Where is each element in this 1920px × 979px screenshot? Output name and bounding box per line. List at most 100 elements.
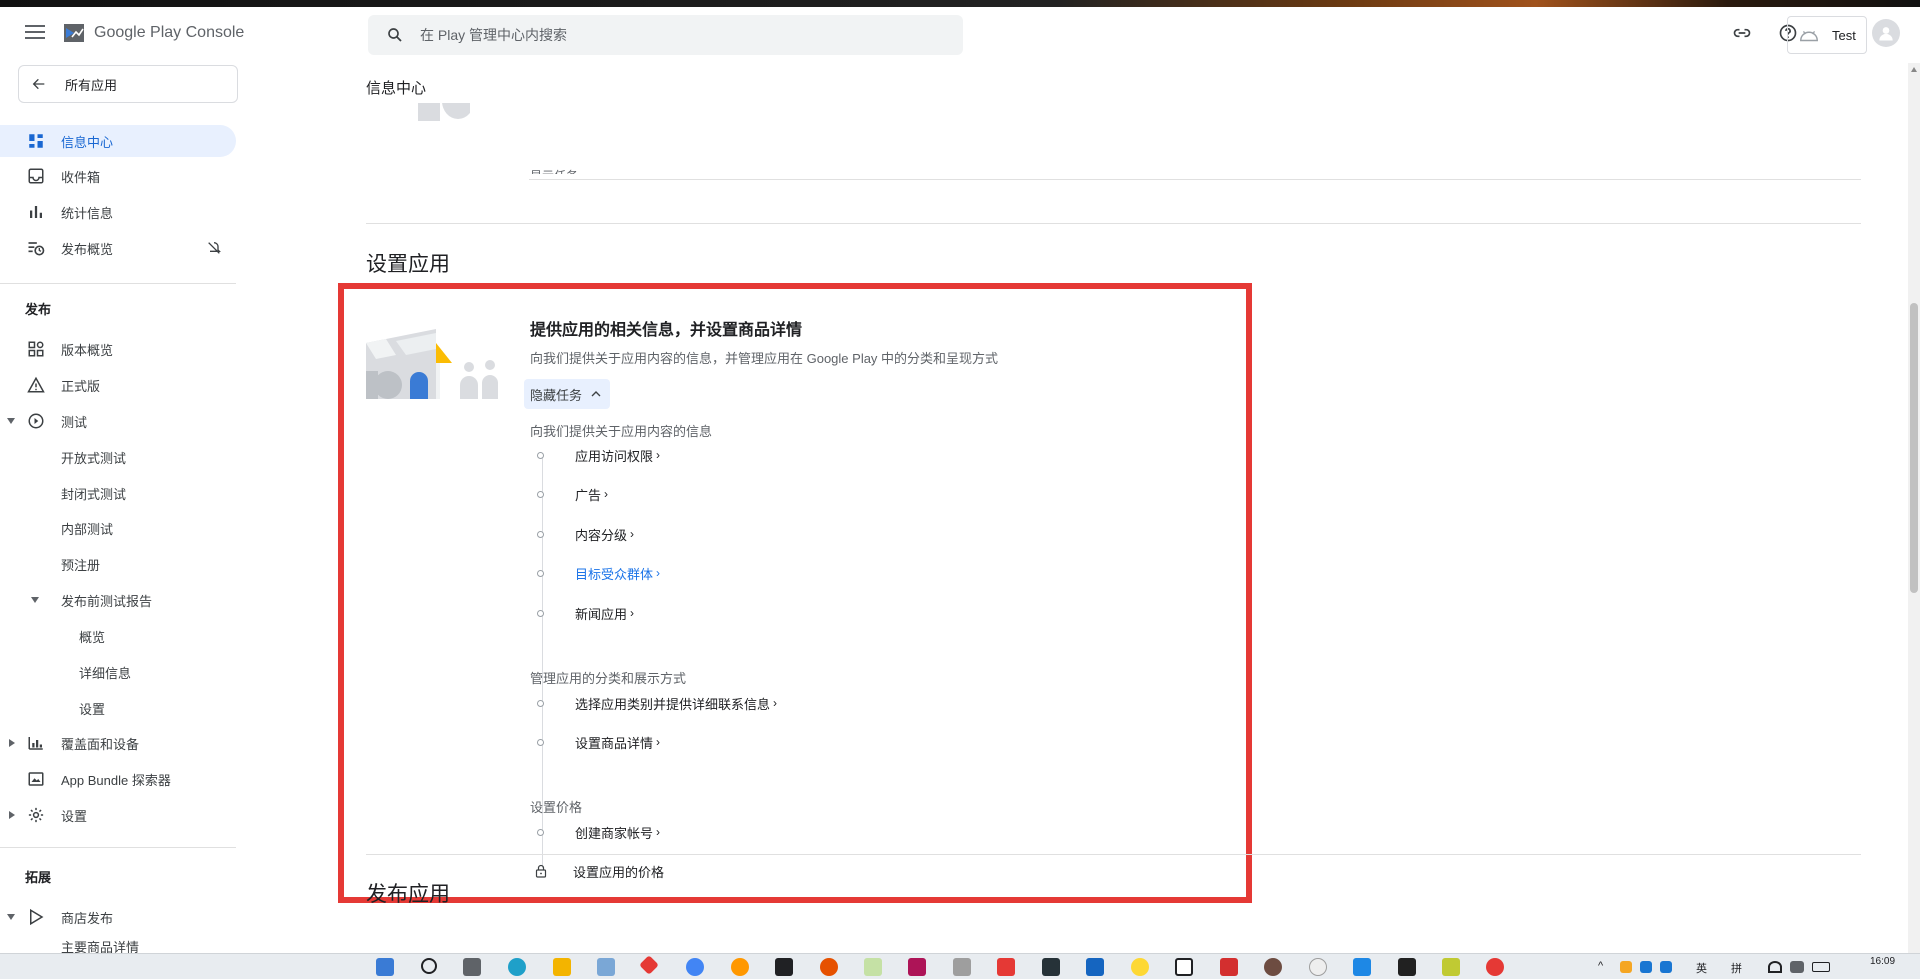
page-scrollbar[interactable]	[1908, 63, 1920, 953]
file-explorer-icon[interactable]	[553, 958, 571, 976]
scroll-up-arrow-icon[interactable]	[1911, 67, 1917, 72]
database-icon[interactable]	[908, 958, 926, 976]
chevron-right-icon: ›	[604, 487, 609, 501]
task-item-store-listing[interactable]: 设置商品详情 ›	[537, 732, 660, 752]
sidebar-item-report-overview[interactable]: 概览	[0, 620, 236, 652]
release-overview-icon	[26, 339, 46, 359]
publishing-overview-icon	[26, 238, 46, 258]
search-bar[interactable]	[368, 15, 963, 55]
sidebar-item-app-bundle-explorer[interactable]: App Bundle 探索器	[0, 763, 236, 795]
sidebar-item-report-details[interactable]: 详细信息	[0, 656, 236, 688]
sidebar-item-store-presence[interactable]: 商店发布	[0, 901, 236, 933]
app-icon[interactable]	[1353, 958, 1371, 976]
input-method-indicator[interactable]: 拼	[1731, 960, 1742, 976]
expand-chevron-icon[interactable]	[31, 597, 39, 603]
task-item-target-audience[interactable]: 目标受众群体 ›	[537, 563, 660, 583]
developer-account-chip[interactable]: Test	[1787, 16, 1867, 54]
notepad-icon[interactable]	[864, 958, 882, 976]
app-name: Google Play Console	[94, 24, 245, 41]
sidebar-section-expand: 拓展	[25, 870, 52, 885]
bluetooth-icon[interactable]	[1660, 961, 1672, 973]
app-icon[interactable]	[820, 958, 838, 976]
search-icon[interactable]	[421, 958, 437, 974]
app-icon[interactable]	[1309, 958, 1327, 976]
sidebar-item-label: App Bundle 探索器	[61, 772, 171, 788]
app-icon[interactable]	[1131, 958, 1149, 976]
user-avatar-icon[interactable]	[1872, 19, 1900, 47]
task-item-ads[interactable]: 广告 ›	[537, 484, 608, 504]
task-view-icon[interactable]	[463, 958, 481, 976]
all-apps-button[interactable]: 所有应用	[18, 65, 238, 103]
task-item-content-rating[interactable]: 内容分级 ›	[537, 524, 634, 544]
app-icon[interactable]	[1442, 958, 1460, 976]
link-icon[interactable]	[1730, 21, 1754, 45]
edge-browser-icon[interactable]	[508, 958, 526, 976]
firefox-icon[interactable]	[731, 958, 749, 976]
sidebar-item-dashboard[interactable]: 信息中心	[0, 125, 236, 157]
sidebar-section-publish: 发布	[25, 302, 52, 317]
sidebar-item-pre-registration[interactable]: 预注册	[0, 548, 236, 580]
task-item-merchant-account[interactable]: 创建商家帐号 ›	[537, 822, 660, 842]
sidebar-item-internal-testing[interactable]: 内部测试	[0, 512, 236, 544]
setup-app-illustration	[366, 329, 498, 399]
volume-icon[interactable]	[1790, 961, 1804, 973]
app-icon[interactable]	[639, 955, 659, 975]
task-item-news-app[interactable]: 新闻应用 ›	[537, 603, 634, 623]
sidebar-item-closed-testing[interactable]: 封闭式测试	[0, 477, 236, 509]
sidebar-item-label: 概览	[79, 629, 106, 645]
expand-chevron-icon[interactable]	[7, 914, 15, 920]
app-icon[interactable]	[1220, 958, 1238, 976]
tray-app-icon[interactable]	[1620, 961, 1632, 973]
menu-icon[interactable]	[25, 25, 45, 41]
sidebar-item-pre-launch-report[interactable]: 发布前测试报告	[0, 584, 236, 616]
app-icon[interactable]	[953, 958, 971, 976]
page-title: 信息中心	[366, 80, 427, 97]
sidebar-item-inbox[interactable]: 收件箱	[0, 160, 236, 192]
app-icon[interactable]	[1264, 958, 1282, 976]
app-icon[interactable]	[997, 958, 1015, 976]
wifi-icon[interactable]	[1768, 961, 1782, 973]
app-icon[interactable]	[597, 958, 615, 976]
sidebar-item-setup[interactable]: 设置	[0, 799, 236, 831]
tray-app-icon[interactable]	[1640, 961, 1652, 973]
sidebar-divider	[0, 847, 236, 848]
sidebar-item-report-settings[interactable]: 设置	[0, 692, 236, 724]
hide-tasks-label: 隐藏任务	[530, 387, 583, 403]
expand-chevron-icon[interactable]	[9, 739, 15, 747]
sidebar-item-open-testing[interactable]: 开放式测试	[0, 441, 236, 473]
bullet-circle-icon	[537, 699, 544, 707]
scrollbar-thumb[interactable]	[1910, 303, 1918, 593]
hide-tasks-button[interactable]: 隐藏任务	[524, 379, 610, 409]
sidebar-item-label: 统计信息	[61, 205, 114, 221]
show-tasks-partial: 显示任务	[530, 167, 578, 174]
pycharm-icon[interactable]	[1398, 958, 1416, 976]
task-item-app-access[interactable]: 应用访问权限 ›	[537, 445, 660, 465]
chrome-icon[interactable]	[686, 958, 704, 976]
task-group-label: 向我们提供关于应用内容的信息	[530, 424, 713, 439]
bullet-circle-icon	[537, 530, 544, 538]
sidebar-item-statistics[interactable]: 统计信息	[0, 196, 236, 228]
notion-icon[interactable]	[1175, 958, 1193, 976]
battery-icon[interactable]	[1812, 962, 1830, 972]
tray-overflow-icon[interactable]: ^	[1598, 960, 1603, 972]
devices-chart-icon	[26, 733, 46, 753]
sidebar-item-publishing-overview[interactable]: 发布概览	[0, 232, 236, 264]
app-icon[interactable]	[1042, 958, 1060, 976]
app-icon[interactable]	[1486, 958, 1504, 976]
input-language-indicator[interactable]: 英	[1696, 960, 1707, 976]
play-console-logo[interactable]: Google Play Console	[62, 21, 244, 45]
app-icon[interactable]	[1086, 958, 1104, 976]
sidebar-item-release-overview[interactable]: 版本概览	[0, 333, 236, 365]
expand-chevron-icon[interactable]	[9, 811, 15, 819]
task-item-app-category[interactable]: 选择应用类别并提供详细联系信息 ›	[537, 693, 777, 713]
clock-time[interactable]: 16:09	[1870, 956, 1895, 967]
sidebar-item-main-store-listing[interactable]: 主要商品详情	[0, 935, 236, 953]
start-menu-icon[interactable]	[376, 958, 394, 976]
sidebar-item-label: 主要商品详情	[61, 940, 140, 953]
sidebar-item-reach-devices[interactable]: 覆盖面和设备	[0, 727, 236, 759]
sidebar-item-production[interactable]: 正式版	[0, 369, 236, 401]
terminal-icon[interactable]	[775, 958, 793, 976]
sidebar-item-testing[interactable]: 测试	[0, 405, 236, 437]
search-input[interactable]	[420, 27, 920, 43]
expand-chevron-icon[interactable]	[7, 418, 15, 424]
